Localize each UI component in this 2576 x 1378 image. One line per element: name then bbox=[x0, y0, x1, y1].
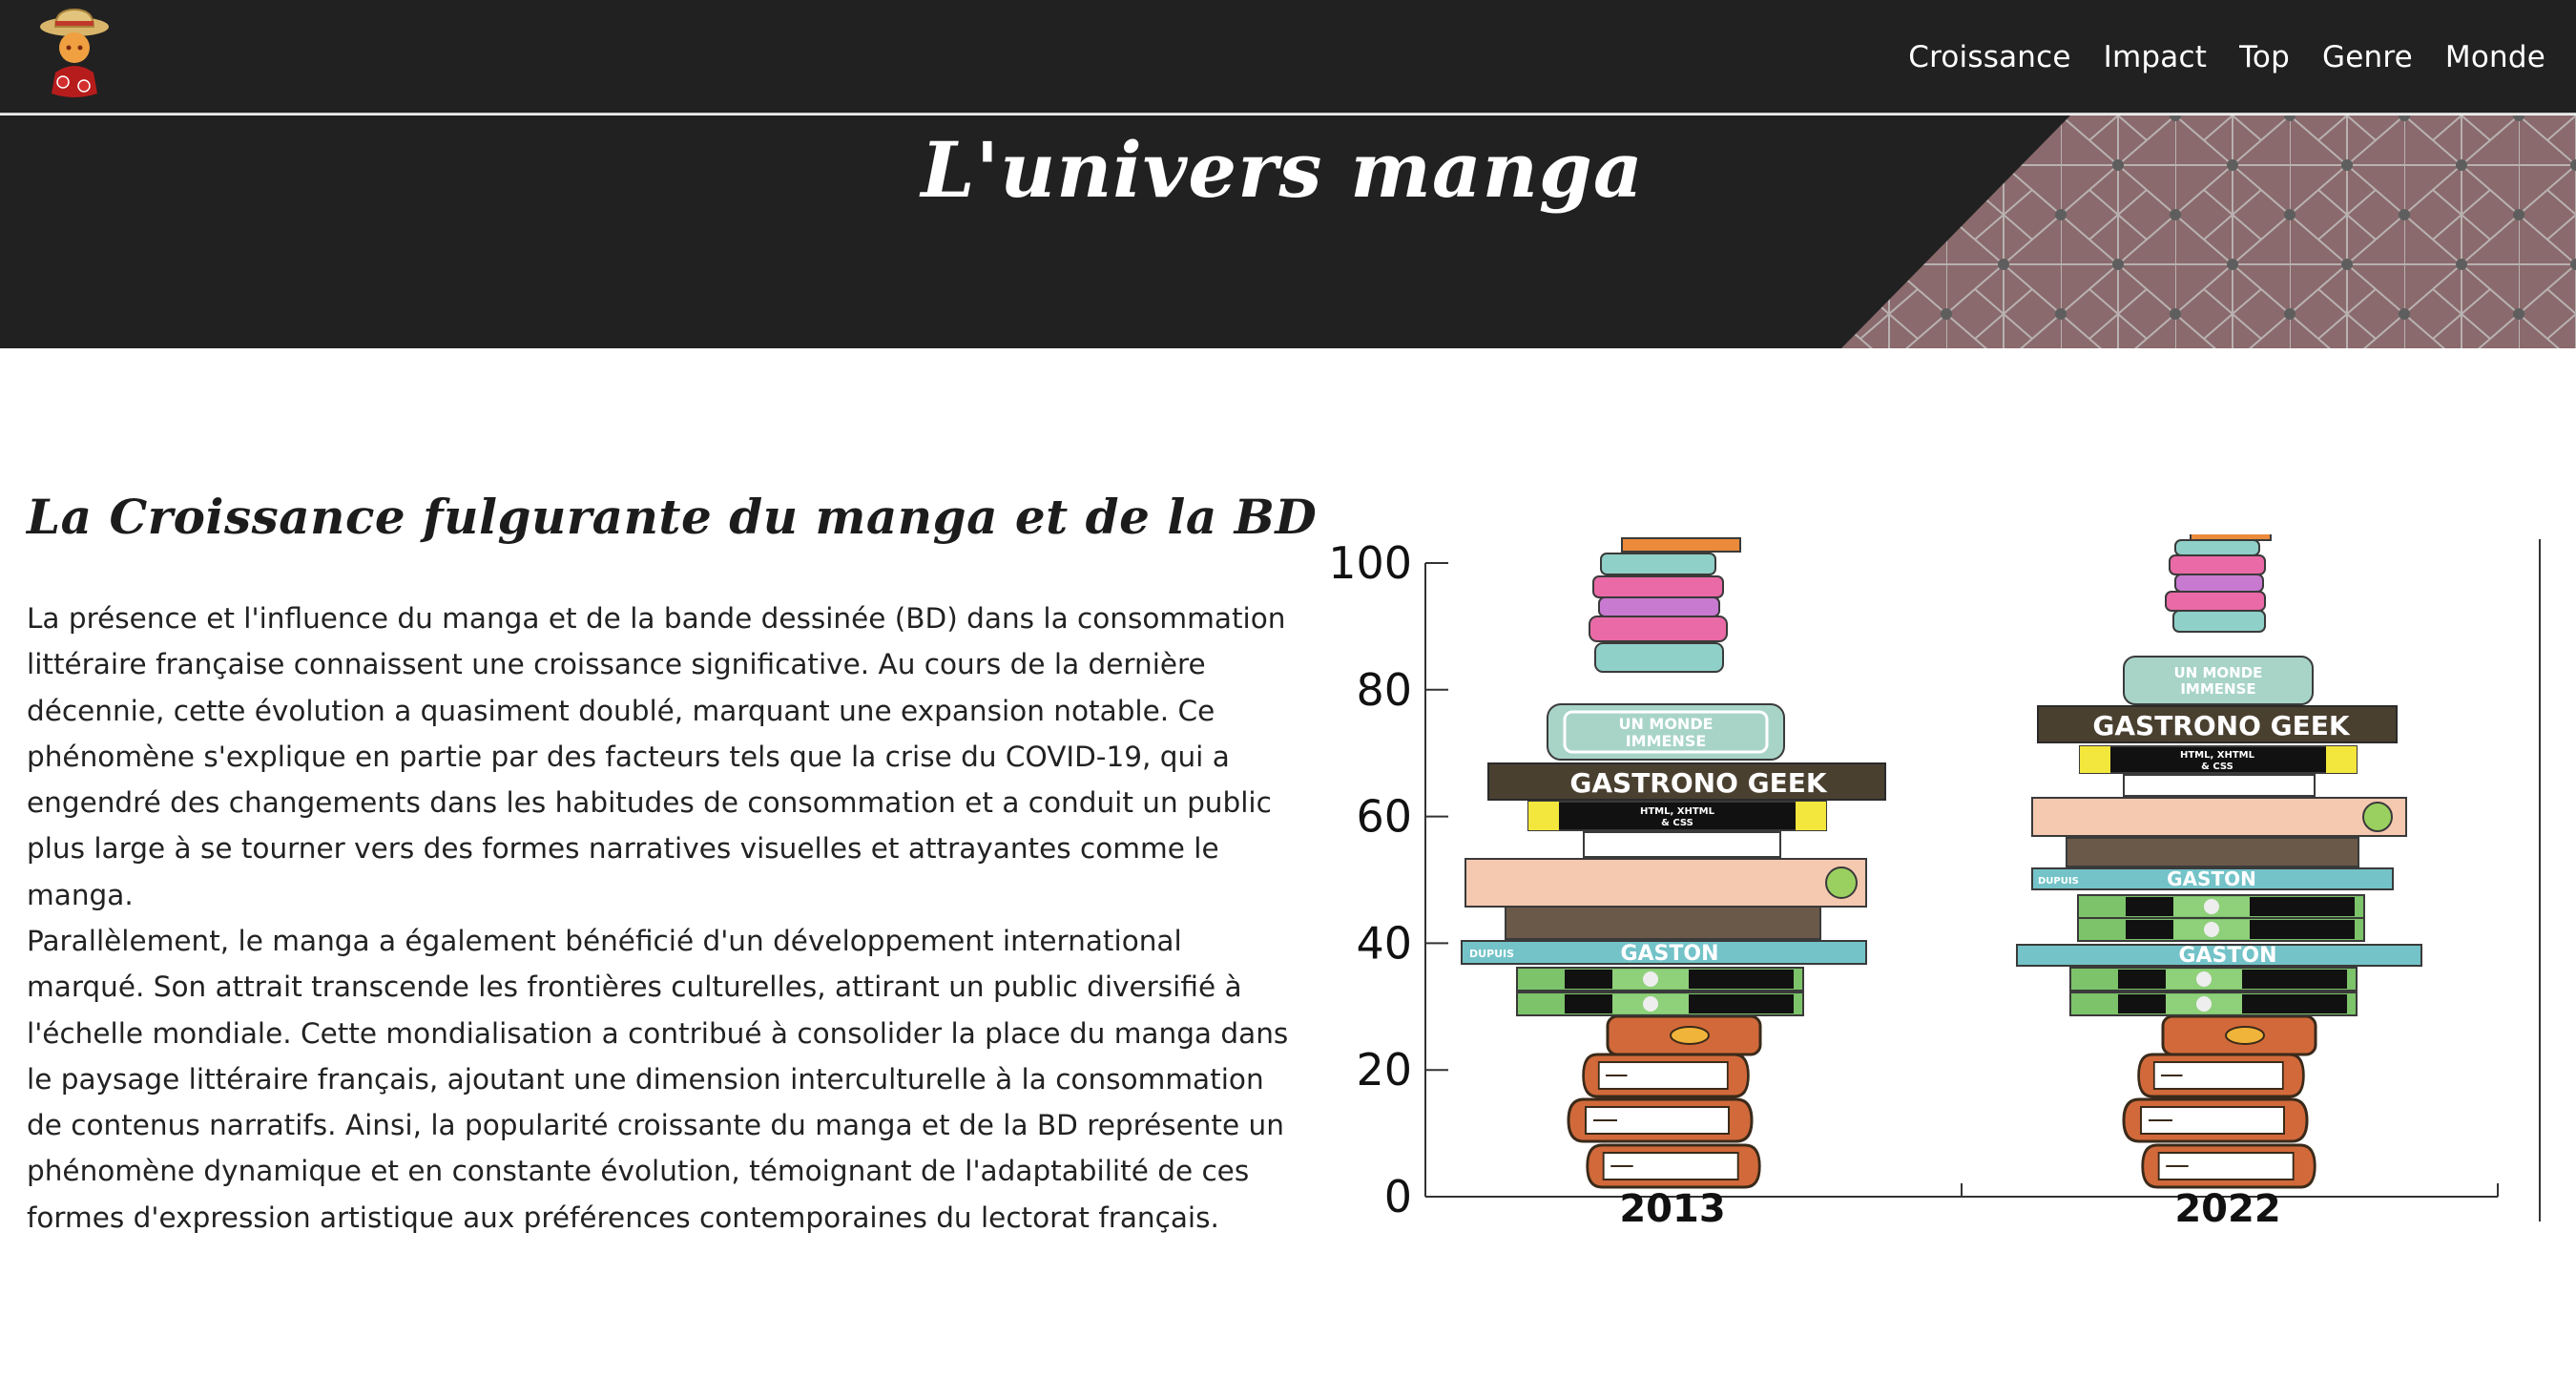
bar-2022-segment-1 bbox=[2122, 1014, 2317, 1189]
growth-chart: 2013 2022 DUPUIS GASTON HTML, XHTML & CS… bbox=[1328, 534, 2541, 1231]
bar-2022-segment-2: GASTON DUPUIS GASTON bbox=[2016, 867, 2422, 1016]
logo-straw-hat-character-icon[interactable] bbox=[34, 6, 114, 101]
y-tick-label: 100 bbox=[1328, 537, 1412, 589]
y-tick-label: 0 bbox=[1384, 1171, 1412, 1222]
nav-links: Croissance Impact Top Genre Monde bbox=[1908, 29, 2545, 86]
bar-2013-segment-3: HTML, XHTML & CSS GASTRONO GEEK bbox=[1465, 762, 1886, 908]
nav-link-genre[interactable]: Genre bbox=[2322, 40, 2413, 74]
css-label-2013: & CSS bbox=[1661, 818, 1693, 828]
monde-label-1-2022: UN MONDE bbox=[2174, 664, 2263, 681]
nav-link-impact[interactable]: Impact bbox=[2104, 40, 2207, 74]
nav-link-croissance[interactable]: Croissance bbox=[1908, 40, 2070, 74]
nav-link-monde[interactable]: Monde bbox=[2445, 40, 2545, 74]
bar-2013-segment-1 bbox=[1567, 1014, 1762, 1189]
geek-label-2013: GASTRONO GEEK bbox=[1569, 767, 1828, 799]
bar-2013-segment-4: UN MONDE IMMENSE bbox=[1547, 537, 1785, 761]
css-label-2022: & CSS bbox=[2201, 762, 2233, 772]
y-tick-label: 20 bbox=[1356, 1044, 1412, 1096]
hero-title: L'univers manga bbox=[921, 125, 1644, 215]
dupuis-label-2013: DUPUIS bbox=[1469, 948, 1514, 960]
monde-label-2-2022: IMMENSE bbox=[2180, 680, 2255, 698]
gaston-label-2022: GASTON bbox=[2167, 867, 2256, 890]
book-stack-2022: GASTON DUPUIS GASTON HTML, XHTML & CSS G… bbox=[2016, 534, 2422, 1189]
geek-label-2022: GASTRONO GEEK bbox=[2092, 710, 2351, 741]
x-label-2022: 2022 bbox=[2174, 1187, 2280, 1231]
navbar: Croissance Impact Top Genre Monde bbox=[0, 0, 2576, 115]
x-label-2013: 2013 bbox=[1619, 1187, 1725, 1231]
paragraph-2: Parallèlement, le manga a également béné… bbox=[27, 925, 1289, 1234]
nav-link-top[interactable]: Top bbox=[2239, 40, 2290, 74]
dupuis-label-2022: DUPUIS bbox=[2038, 876, 2079, 887]
bar-2022-segment-4: UN MONDE IMMENSE bbox=[2123, 534, 2314, 705]
y-axis bbox=[1424, 562, 1448, 1198]
bar-2022-segment-3: HTML, XHTML & CSS GASTRONO GEEK bbox=[2031, 705, 2407, 867]
gaston-label-2022b: GASTON bbox=[2178, 944, 2276, 968]
html-label-2013: HTML, XHTML bbox=[1640, 806, 1715, 817]
gaston-label-2013: GASTON bbox=[1620, 942, 1718, 966]
html-label-2022: HTML, XHTML bbox=[2180, 750, 2255, 761]
hero-banner: L'univers manga bbox=[0, 115, 2576, 348]
monde-label-2-2013: IMMENSE bbox=[1626, 732, 1707, 750]
book-stack-2013: DUPUIS GASTON HTML, XHTML & CSS GASTRONO… bbox=[1461, 537, 1886, 1189]
y-tick-label: 80 bbox=[1356, 664, 1412, 716]
bar-2013-segment-2: DUPUIS GASTON bbox=[1461, 906, 1867, 1016]
monde-label-1-2013: UN MONDE bbox=[1618, 715, 1713, 733]
y-tick-label: 60 bbox=[1356, 791, 1412, 843]
section-title: La Croissance fulgurante du manga et de … bbox=[27, 489, 1318, 545]
paragraph-1: La présence et l'influence du manga et d… bbox=[27, 602, 1286, 911]
y-tick-label: 40 bbox=[1356, 917, 1412, 969]
